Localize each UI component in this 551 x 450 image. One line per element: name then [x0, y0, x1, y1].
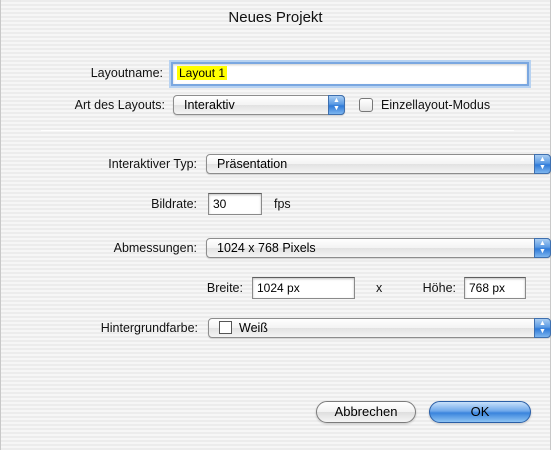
height-field[interactable]: 768 px [464, 277, 526, 299]
framerate-field[interactable]: 30 [208, 193, 262, 215]
background-color-popup[interactable]: Weiß ▲ ▼ [208, 318, 551, 338]
background-color-label: Hintergrundfarbe: [100, 321, 198, 335]
ok-button[interactable]: OK [429, 401, 531, 423]
popup-arrows-icon: ▲ ▼ [534, 238, 551, 258]
popup-arrows-icon: ▲ ▼ [534, 318, 551, 338]
new-project-dialog: Neues Projekt Layoutname: Layout 1 Art d… [0, 0, 551, 450]
layout-name-label: Layoutname: [90, 66, 163, 80]
background-color-display: Weiß [219, 319, 268, 337]
framerate-label: Bildrate: [151, 197, 197, 211]
dimensions-label: Abmessungen: [113, 241, 197, 255]
width-value: 1024 px [257, 281, 300, 295]
background-color-value: Weiß [239, 321, 268, 335]
layout-name-field[interactable]: Layout 1 [171, 62, 529, 86]
framerate-unit: fps [274, 197, 291, 211]
section-divider [41, 130, 514, 131]
popup-arrows-icon: ▲ ▼ [534, 154, 551, 174]
single-layout-label[interactable]: Einzellayout-Modus [381, 98, 490, 112]
cancel-button[interactable]: Abbrechen [316, 401, 416, 423]
layout-name-value: Layout 1 [177, 66, 228, 80]
height-label: Höhe: [422, 281, 456, 295]
layout-type-value: Interaktiv [184, 98, 235, 112]
color-swatch [219, 321, 232, 334]
interactive-type-value: Präsentation [217, 157, 288, 171]
dialog-title: Neues Projekt [228, 9, 323, 26]
times-sign: x [376, 281, 383, 295]
layout-type-popup[interactable]: Interaktiv ▲ ▼ [173, 95, 345, 115]
width-label: Breite: [206, 281, 243, 295]
interactive-type-popup[interactable]: Präsentation ▲ ▼ [206, 154, 551, 174]
single-layout-checkbox[interactable] [359, 98, 373, 112]
width-field[interactable]: 1024 px [252, 277, 355, 299]
dimensions-popup[interactable]: 1024 x 768 Pixels ▲ ▼ [206, 238, 551, 258]
framerate-value: 30 [213, 197, 227, 211]
interactive-type-label: Interaktiver Typ: [108, 157, 197, 171]
popup-arrows-icon: ▲ ▼ [328, 95, 345, 115]
layout-type-label: Art des Layouts: [74, 98, 165, 112]
dimensions-value: 1024 x 768 Pixels [217, 241, 316, 255]
height-value: 768 px [469, 281, 506, 295]
